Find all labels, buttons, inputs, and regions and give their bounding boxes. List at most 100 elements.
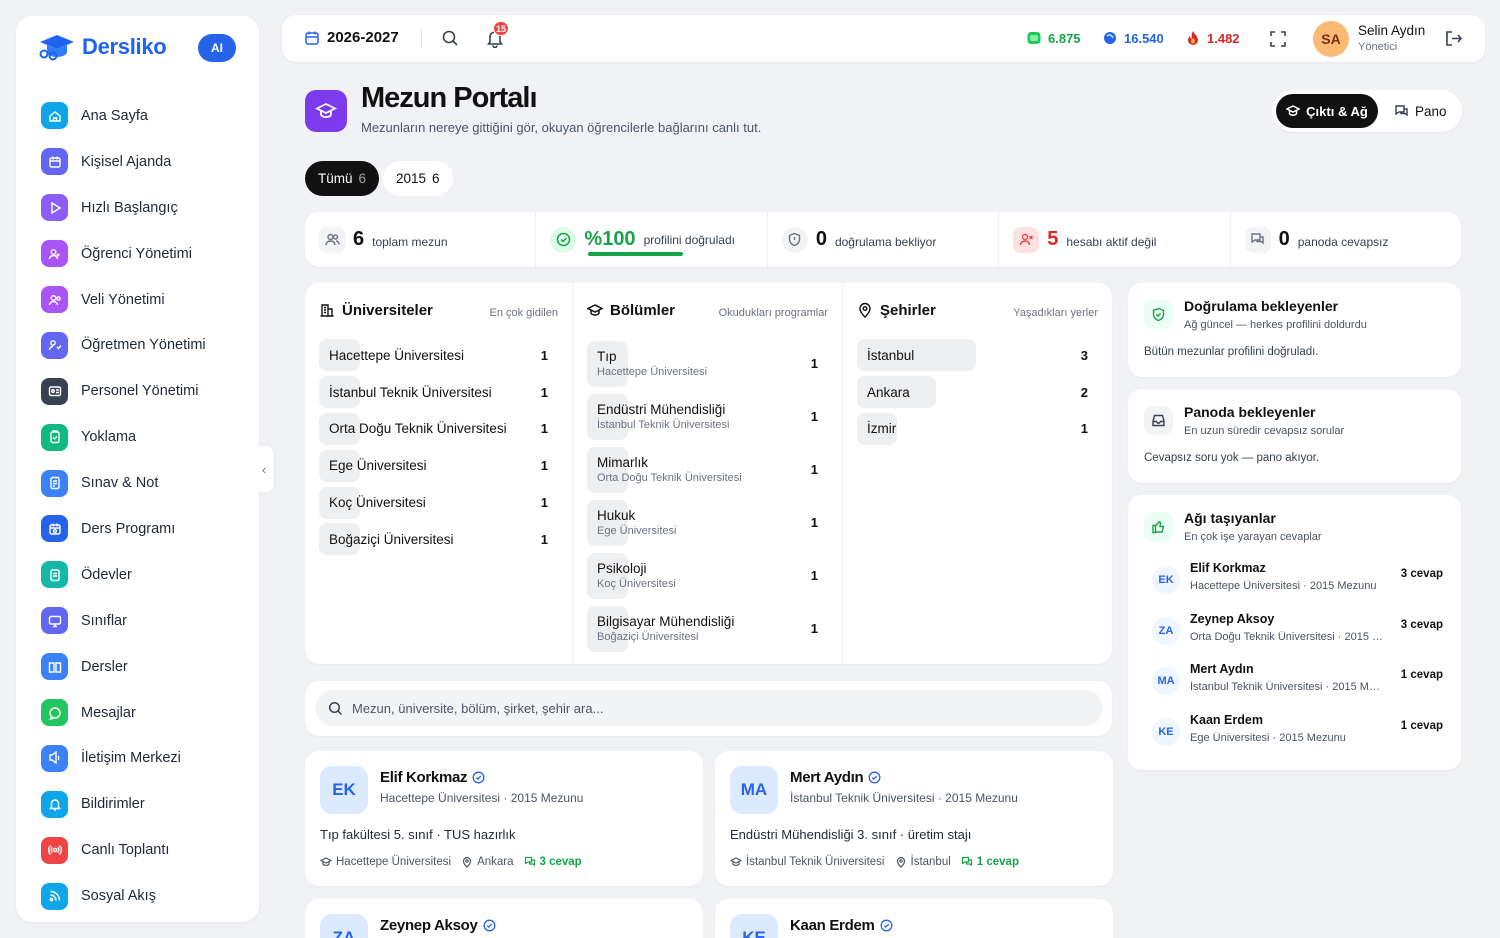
filter-all[interactable]: Tümü 6 bbox=[305, 161, 380, 196]
notification-count-badge: 15 bbox=[493, 21, 509, 36]
ranking-name: Endüstri Mühendisliği bbox=[597, 402, 726, 417]
ranking-name: İzmir bbox=[867, 421, 897, 437]
sidebar-item-bildirimler[interactable]: Bildirimler bbox=[16, 781, 259, 827]
alumni-replies: 1 cevap bbox=[976, 856, 1019, 868]
contributor-row[interactable]: MA Mert Aydın İstanbul Teknik Üniversite… bbox=[1144, 659, 1447, 709]
filter-2015-count: 6 bbox=[432, 171, 440, 186]
contributor-row[interactable]: EK Elif Korkmaz Hacettepe Üniversitesi ·… bbox=[1144, 558, 1447, 608]
alumni-card[interactable]: EK Elif Korkmaz Hacettepe Üniversitesi ·… bbox=[305, 751, 703, 886]
panel-body: Bütün mezunlar profilini doğruladı. bbox=[1144, 346, 1319, 358]
sidebar-item-sosyal-akış[interactable]: Sosyal Akış bbox=[16, 873, 259, 919]
sidebar-item-hızlı-başlangıç[interactable]: Hızlı Başlangıç bbox=[16, 185, 259, 231]
panel-title: Doğrulama bekleyenler bbox=[1184, 298, 1339, 314]
ranking-count: 1 bbox=[540, 384, 548, 400]
ranking-count: 1 bbox=[810, 515, 818, 530]
logout-button[interactable] bbox=[1444, 29, 1463, 48]
user-name: Selin Aydın bbox=[1358, 23, 1426, 38]
academic-year-selector[interactable]: 2026-2027 bbox=[304, 29, 399, 46]
sidebar-nav: Ana Sayfa Kişisel Ajanda Hızlı Başlangıç Öğ… bbox=[16, 93, 259, 919]
search-input[interactable] bbox=[352, 700, 952, 716]
stat-unanswered-value: 0 bbox=[1278, 228, 1290, 250]
teacher-icon bbox=[41, 331, 68, 359]
page-title: Mezun Portalı bbox=[361, 82, 538, 114]
ranking-row: Koç Üniversitesi 1 bbox=[319, 484, 558, 521]
alumni-card[interactable]: MA Mert Aydın İstanbul Teknik Üniversite… bbox=[715, 751, 1113, 886]
ranking-count: 1 bbox=[540, 495, 548, 511]
sidebar-item-ödevler[interactable]: Ödevler bbox=[16, 552, 259, 598]
contributor-row[interactable]: ZA Zeynep Aksoy Orta Doğu Teknik Ünivers… bbox=[1144, 609, 1447, 659]
fullscreen-button[interactable] bbox=[1269, 30, 1287, 48]
tab-board[interactable]: Pano bbox=[1394, 94, 1447, 128]
sidebar-item-label: Öğretmen Yönetimi bbox=[81, 337, 206, 354]
ranking-count: 1 bbox=[810, 356, 818, 371]
search-icon bbox=[328, 701, 343, 715]
play-icon bbox=[41, 194, 68, 222]
sidebar-item-canlı-toplantı[interactable]: Canlı Toplantı bbox=[16, 827, 259, 873]
sidebar-item-dersler[interactable]: Dersler bbox=[16, 644, 259, 690]
sidebar-item-ders-programı[interactable]: Ders Programı bbox=[16, 506, 259, 552]
tab-output-network[interactable]: Çıktı & Ağ bbox=[1276, 94, 1378, 128]
sidebar-item-label: Hızlı Başlangıç bbox=[81, 199, 178, 216]
sidebar-item-personel-yönetimi[interactable]: Personel Yönetimi bbox=[16, 368, 259, 414]
sidebar-item-label: Sınav & Not bbox=[81, 475, 159, 492]
broadcast-icon bbox=[41, 836, 68, 864]
user-role: Yönetici bbox=[1358, 41, 1398, 53]
alumni-card[interactable]: KE Kaan Erdem bbox=[715, 899, 1113, 938]
sidebar-item-veli-yönetimi[interactable]: Veli Yönetimi bbox=[16, 277, 259, 323]
contributor-row[interactable]: KE Kaan Erdem Ege Üniversitesi · 2015 Me… bbox=[1144, 710, 1447, 760]
notifications-button[interactable]: 15 bbox=[485, 21, 509, 48]
cities-subtitle: Yaşadıkları yerler bbox=[1013, 306, 1098, 319]
alumni-meta: İstanbul Teknik Üniversitesi · 2015 Mezu… bbox=[790, 791, 1018, 805]
contributor-reply-count: 3 cevap bbox=[1400, 618, 1443, 631]
contributor-meta: Hacettepe Üniversitesi · 2015 Mezunu bbox=[1190, 580, 1377, 592]
board-pending-panel: Panoda bekleyenler En uzun süredir cevap… bbox=[1128, 389, 1461, 483]
sidebar-item-mesajlar[interactable]: Mesajlar bbox=[16, 690, 259, 736]
stat-verified: %100 profilini doğruladı bbox=[536, 212, 768, 267]
verified-progress-fill bbox=[588, 252, 684, 256]
sidebar-item-öğrenci-yönetimi[interactable]: Öğrenci Yönetimi bbox=[16, 231, 259, 277]
home-icon bbox=[41, 102, 68, 130]
ranking-row: İzmir 1 bbox=[857, 411, 1098, 448]
clipboard-check-icon bbox=[41, 423, 68, 451]
avatar: EK bbox=[320, 766, 368, 814]
ranking-university: Boğaziçi Üniversitesi bbox=[597, 631, 699, 643]
contributor-name: Kaan Erdem bbox=[1190, 712, 1263, 727]
avatar[interactable]: SA bbox=[1313, 21, 1349, 57]
topbar: 2026-2027 15 6.875 16.540 1.482 SA Selin… bbox=[282, 15, 1485, 62]
top-contributors-panel: Ağı taşıyanlar En çok işe yarayan cevapl… bbox=[1128, 495, 1461, 770]
stat-blue-value: 16.540 bbox=[1124, 30, 1164, 46]
ranking-count: 1 bbox=[540, 531, 548, 547]
ranking-name: İstanbul bbox=[867, 347, 915, 363]
departments-title: Bölümler bbox=[610, 301, 676, 319]
departments-list: Tıp Hacettepe Üniversitesi 1 Endüstri Mü… bbox=[587, 337, 828, 655]
summary-stats: 6 toplam mezun %100 profilini doğruladı … bbox=[305, 212, 1461, 267]
ranking-name: Ege Üniversitesi bbox=[329, 458, 427, 474]
sidebar-item-yoklama[interactable]: Yoklama bbox=[16, 414, 259, 460]
collapse-sidebar-button[interactable]: ‹ bbox=[254, 446, 274, 492]
sidebar-item-label: Ödevler bbox=[81, 566, 132, 583]
sidebar-item-ana-sayfa[interactable]: Ana Sayfa bbox=[16, 93, 259, 139]
shield-check-icon bbox=[1144, 300, 1173, 329]
rankings-card: Üniversiteler En çok gidilen Hacettepe Ü… bbox=[305, 283, 1112, 664]
sidebar-item-öğretmen-yönetimi[interactable]: Öğretmen Yönetimi bbox=[16, 322, 259, 368]
ai-button[interactable]: AI bbox=[198, 34, 236, 62]
avatar: MA bbox=[730, 766, 778, 814]
avatar: KE bbox=[1152, 717, 1180, 746]
stat-green: 6.875 bbox=[1026, 30, 1081, 46]
ranking-university: Ege Üniversitesi bbox=[597, 525, 677, 537]
search-button[interactable] bbox=[441, 29, 459, 47]
user-menu[interactable]: Selin Aydın Yönetici bbox=[1358, 23, 1425, 53]
filter-2015[interactable]: 2015 6 bbox=[383, 161, 453, 196]
stat-pending-value: 0 bbox=[815, 228, 827, 250]
ranking-name: Mimarlık bbox=[597, 455, 648, 470]
sidebar-item-i-letişim-merkezi[interactable]: İletişim Merkezi bbox=[16, 735, 259, 781]
brand-logo[interactable]: Dersliko bbox=[38, 32, 167, 62]
contributor-name: Zeynep Aksoy bbox=[1190, 611, 1275, 626]
sidebar-item-sınıflar[interactable]: Sınıflar bbox=[16, 598, 259, 644]
sidebar-item-sınav-not[interactable]: Sınav & Not bbox=[16, 460, 259, 506]
sidebar-item-kişisel-ajanda[interactable]: Kişisel Ajanda bbox=[16, 139, 259, 185]
verified-badge-icon bbox=[880, 919, 892, 932]
ranking-row: Bilgisayar Mühendisliği Boğaziçi Ünivers… bbox=[587, 602, 828, 655]
alumni-card[interactable]: ZA Zeynep Aksoy bbox=[305, 899, 703, 938]
id-card-icon bbox=[41, 377, 68, 405]
